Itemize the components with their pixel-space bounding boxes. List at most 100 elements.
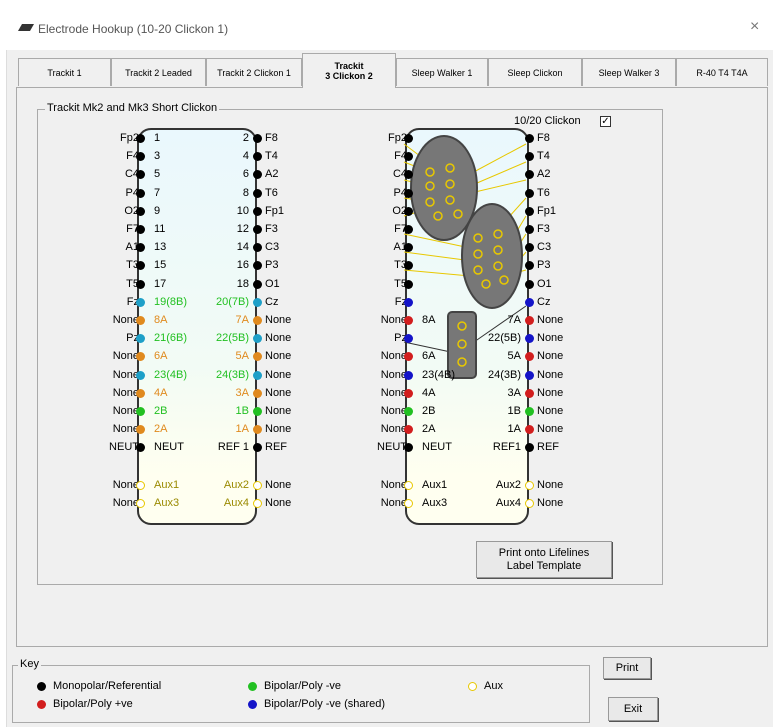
clickon-checkbox[interactable]: ✓ [600,116,611,127]
aux-dot-left[interactable] [136,499,145,508]
pin-dot-left[interactable] [136,316,145,325]
pin-dot-right[interactable] [525,134,534,143]
pin-dot-right[interactable] [525,352,534,361]
aux-dot-left[interactable] [404,481,413,490]
pin-dot-left[interactable] [136,298,145,307]
pin-dot-left[interactable] [136,189,145,198]
pin-dot-right[interactable] [525,280,534,289]
close-icon[interactable]: × [750,18,759,36]
pin-dot-right[interactable] [253,334,262,343]
tab-1[interactable]: Trackit 2 Leaded [111,58,206,86]
pin-dot-left[interactable] [404,371,413,380]
aux-dot-left[interactable] [136,481,145,490]
aux-dot-right[interactable] [525,499,534,508]
pin-dot-right[interactable] [253,371,262,380]
pin-dot-right[interactable] [253,134,262,143]
pin-dot-left[interactable] [404,316,413,325]
electrode-name-left: None [112,405,139,417]
pin-dot-right[interactable] [525,425,534,434]
pin-dot-right[interactable] [525,189,534,198]
aux-dot-right[interactable] [253,499,262,508]
electrode-name-right: None [265,423,292,435]
tab-0[interactable]: Trackit 1 [18,58,111,86]
pin-dot-right[interactable] [525,443,534,452]
aux-dot-right[interactable] [253,481,262,490]
pin-label-left: 15 [154,259,167,271]
pin-dot-left[interactable] [404,407,413,416]
pin-dot-right[interactable] [253,207,262,216]
pin-dot-left[interactable] [136,352,145,361]
print-label-template-button[interactable]: Print onto Lifelines Label Template [476,541,612,578]
exit-button[interactable]: Exit [608,697,658,721]
tab-6[interactable]: Sleep Walker 3 [582,58,676,86]
pin-dot-left[interactable] [136,261,145,270]
pin-dot-left[interactable] [404,261,413,270]
pin-dot-right[interactable] [253,316,262,325]
pin-dot-right[interactable] [253,189,262,198]
pin-dot-right[interactable] [253,225,262,234]
pin-dot-left[interactable] [404,425,413,434]
pin-dot-left[interactable] [136,280,145,289]
pin-dot-left[interactable] [404,443,413,452]
pin-dot-left[interactable] [404,134,413,143]
pin-dot-left[interactable] [136,170,145,179]
pin-dot-left[interactable] [136,243,145,252]
pin-dot-left[interactable] [404,352,413,361]
pin-dot-left[interactable] [404,225,413,234]
pin-dot-right[interactable] [253,389,262,398]
pin-dot-right[interactable] [253,352,262,361]
pin-dot-left[interactable] [404,152,413,161]
pin-dot-left[interactable] [136,134,145,143]
pin-dot-left[interactable] [404,298,413,307]
pin-dot-right[interactable] [525,207,534,216]
pin-dot-left[interactable] [404,170,413,179]
electrode-name-left: T3 [394,259,407,271]
aux-dot-left[interactable] [404,499,413,508]
tab-7[interactable]: R-40 T4 T4A [676,58,768,86]
pin-dot-right[interactable] [525,316,534,325]
pin-dot-left[interactable] [136,407,145,416]
pin-dot-right[interactable] [253,170,262,179]
pin-dot-left[interactable] [404,207,413,216]
pin-dot-left[interactable] [404,334,413,343]
print-button[interactable]: Print [603,657,651,679]
pin-dot-right[interactable] [253,261,262,270]
pin-dot-right[interactable] [253,280,262,289]
pin-dot-left[interactable] [404,280,413,289]
pin-dot-right[interactable] [253,443,262,452]
tab-4[interactable]: Sleep Walker 1 [396,58,488,86]
tab-5[interactable]: Sleep Clickon [488,58,582,86]
electrode-name-left: None [112,423,139,435]
pin-dot-right[interactable] [525,243,534,252]
pin-label-right: 22(5B) [487,332,521,344]
pin-dot-right[interactable] [525,225,534,234]
pin-dot-right[interactable] [525,407,534,416]
pin-dot-left[interactable] [136,207,145,216]
pin-dot-right[interactable] [253,298,262,307]
tab-3[interactable]: Trackit 3 Clickon 2 [302,53,396,88]
pin-dot-left[interactable] [136,334,145,343]
pin-dot-right[interactable] [253,425,262,434]
pin-dot-left[interactable] [136,425,145,434]
pin-dot-left[interactable] [136,389,145,398]
pin-dot-left[interactable] [404,243,413,252]
pin-dot-right[interactable] [525,170,534,179]
pin-dot-left[interactable] [136,152,145,161]
pin-dot-left[interactable] [136,443,145,452]
pin-dot-left[interactable] [136,225,145,234]
tab-2[interactable]: Trackit 2 Clickon 1 [206,58,302,86]
pin-dot-right[interactable] [525,389,534,398]
pin-dot-left[interactable] [404,389,413,398]
pin-dot-right[interactable] [525,152,534,161]
pin-dot-right[interactable] [253,243,262,252]
pin-dot-left[interactable] [404,189,413,198]
pin-dot-right[interactable] [525,261,534,270]
pin-dot-right[interactable] [525,371,534,380]
pin-dot-right[interactable] [525,334,534,343]
pin-label-right: 14 [236,241,249,253]
pin-dot-right[interactable] [253,407,262,416]
aux-dot-right[interactable] [525,481,534,490]
pin-dot-right[interactable] [525,298,534,307]
pin-dot-right[interactable] [253,152,262,161]
pin-dot-left[interactable] [136,371,145,380]
